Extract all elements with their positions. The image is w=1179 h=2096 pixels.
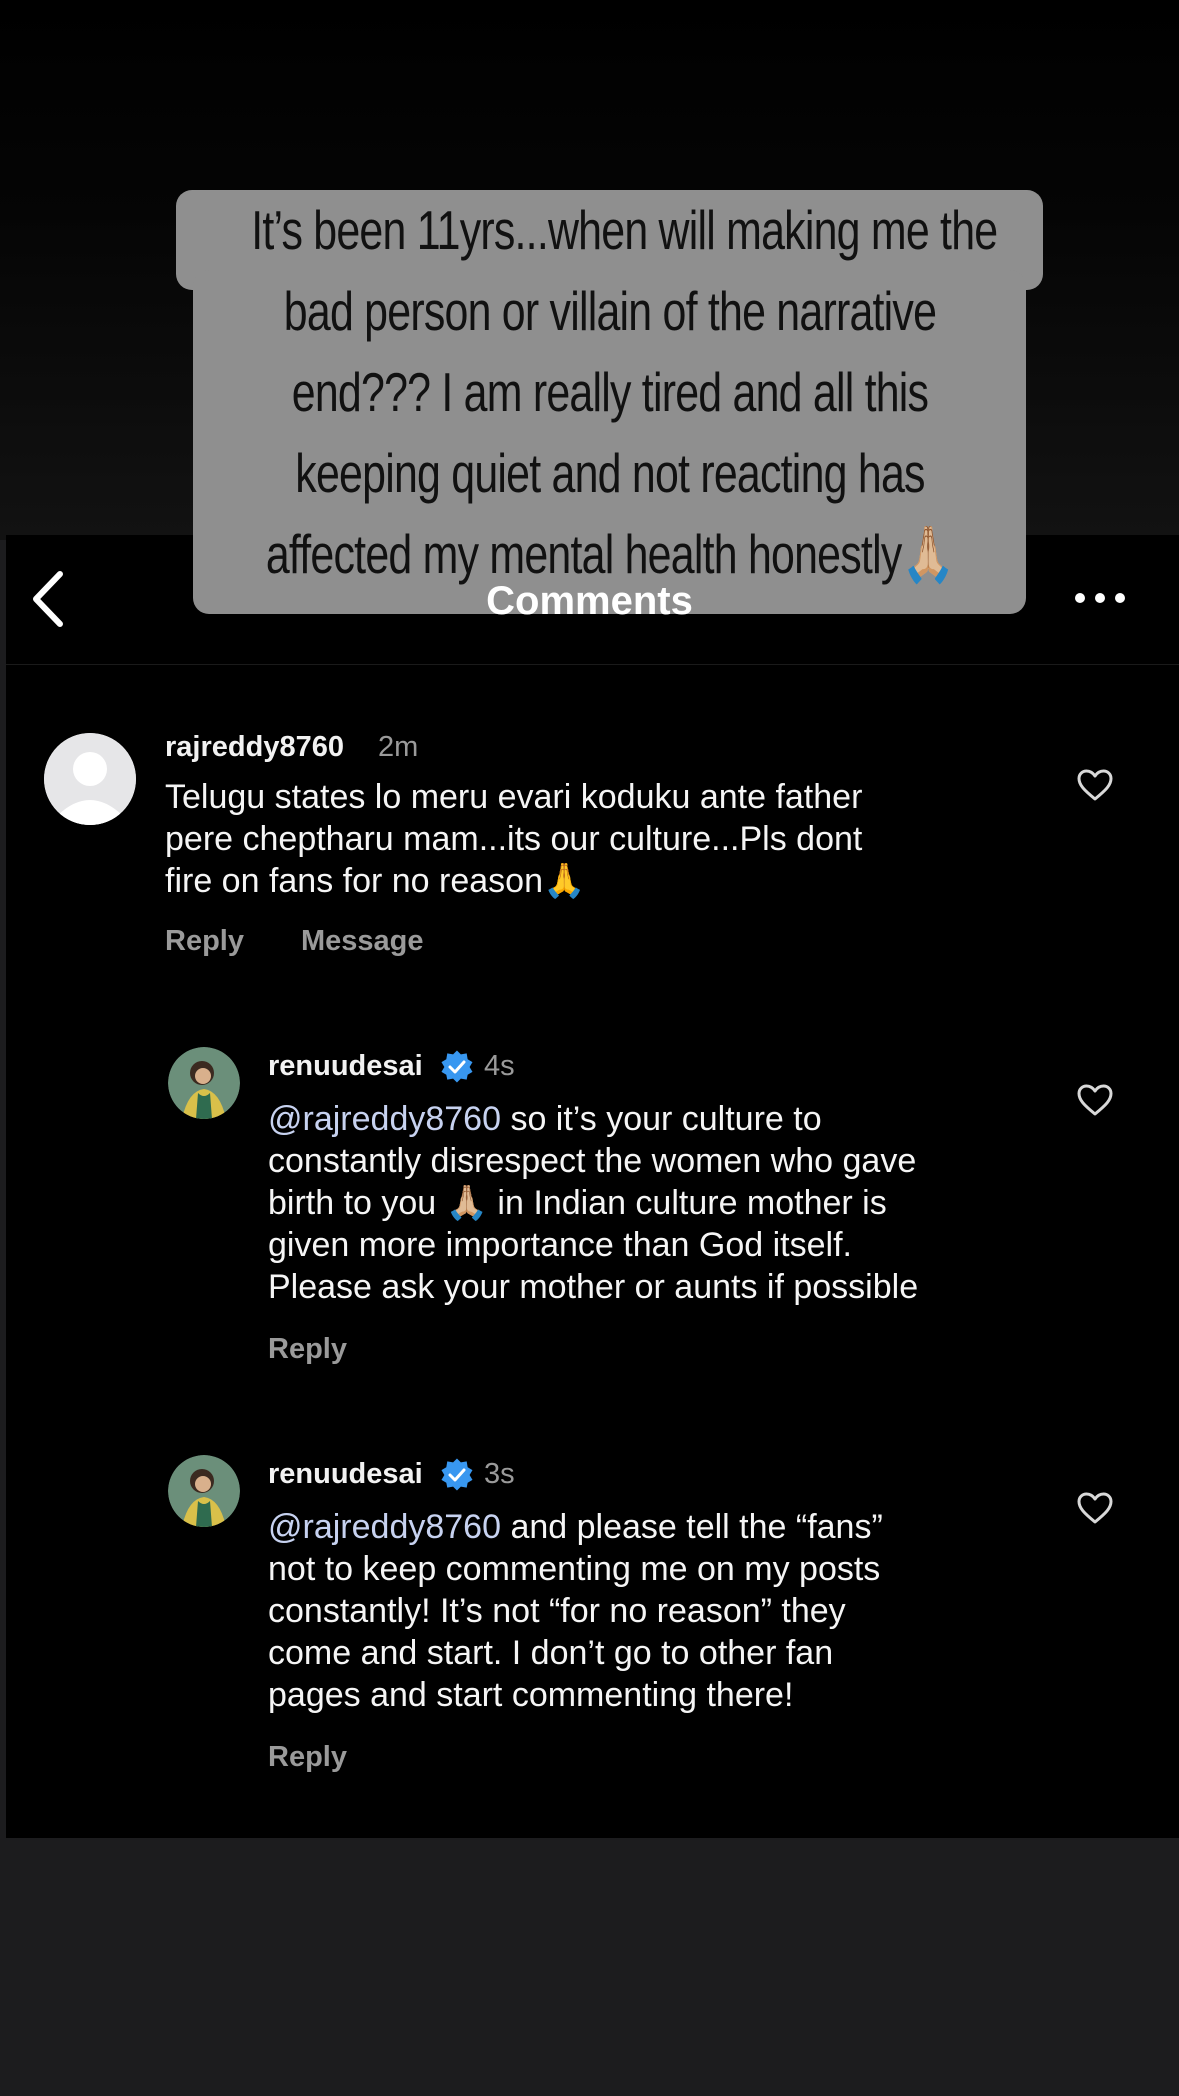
comment-username[interactable]: renuudesai <box>268 1458 423 1491</box>
reply-button[interactable]: Reply <box>165 925 244 958</box>
mention-link[interactable]: @rajreddy8760 <box>268 1508 501 1546</box>
comment-text: @rajreddy8760 and please tell the “fans”… <box>268 1506 1068 1716</box>
heart-icon[interactable] <box>1076 1083 1114 1117</box>
heart-icon[interactable] <box>1076 1491 1114 1525</box>
comment-line: pere cheptharu mam...its our culture...P… <box>165 820 863 858</box>
profile-photo-icon <box>168 1047 240 1119</box>
profile-photo-icon <box>168 1455 240 1527</box>
comment-line: @rajreddy8760 and please tell the “fans” <box>268 1506 1068 1548</box>
message-button[interactable]: Message <box>301 925 424 958</box>
comment-line: given more importance than God itself. <box>268 1226 852 1264</box>
comment-line: constantly! It’s not “for no reason” the… <box>268 1592 846 1630</box>
comment-line: pages and start commenting there! <box>268 1676 794 1714</box>
avatar[interactable] <box>168 1455 240 1527</box>
verified-badge-icon <box>441 1458 473 1491</box>
comment-line: Please ask your mother or aunts if possi… <box>268 1268 919 1306</box>
header-divider <box>6 664 1179 665</box>
verified-badge-icon <box>441 1050 473 1083</box>
comment-username[interactable]: renuudesai <box>268 1050 423 1083</box>
mention-link[interactable]: @rajreddy8760 <box>268 1100 501 1138</box>
comment-line: come and start. I don’t go to other fan <box>268 1634 834 1672</box>
comment-line: birth to you 🙏🏼 in Indian culture mother… <box>268 1184 887 1222</box>
avatar-silhouette <box>44 733 136 825</box>
comment-timestamp: 3s <box>484 1458 515 1490</box>
avatar[interactable] <box>168 1047 240 1119</box>
comment-line: not to keep commenting me on my posts <box>268 1550 881 1588</box>
comment-username[interactable]: rajreddy8760 <box>165 731 344 764</box>
comment-line: Telugu states lo meru evari koduku ante … <box>165 778 863 816</box>
comment-line-text: and please tell the “fans” <box>501 1508 883 1546</box>
page-title: Comments <box>486 579 693 623</box>
heart-icon[interactable] <box>1076 768 1114 802</box>
comment-text: Telugu states lo meru evari koduku ante … <box>165 776 965 902</box>
comment-text: @rajreddy8760 so it’s your culture to co… <box>268 1098 1068 1308</box>
comment-line: @rajreddy8760 so it’s your culture to <box>268 1098 1068 1140</box>
comment-line: constantly disrespect the women who gave <box>268 1142 917 1180</box>
comment-line-text: so it’s your culture to <box>501 1100 822 1138</box>
comment-timestamp: 2m <box>378 731 419 763</box>
default-avatar-icon[interactable] <box>44 733 136 825</box>
story-background <box>0 0 1179 540</box>
reply-button[interactable]: Reply <box>268 1333 347 1366</box>
comment-timestamp: 4s <box>484 1050 515 1082</box>
reply-button[interactable]: Reply <box>268 1741 347 1774</box>
comment-line: fire on fans for no reason🙏 <box>165 862 586 900</box>
